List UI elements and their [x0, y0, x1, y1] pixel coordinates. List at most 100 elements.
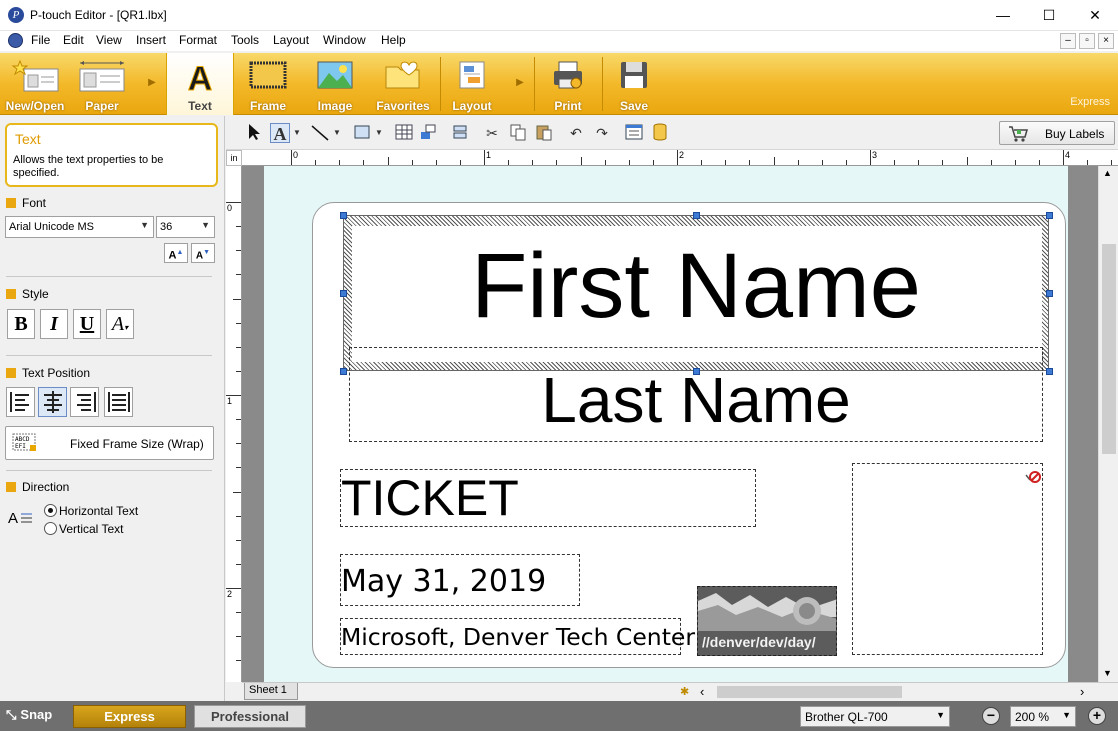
font-family-select[interactable]: Arial Unicode MS ▼ — [5, 216, 154, 238]
fixed-frame-size-button[interactable]: ABCD EFI Fixed Frame Size (Wrap) — [5, 426, 214, 460]
menu-insert[interactable]: Insert — [136, 33, 166, 47]
menu-file[interactable]: File — [31, 33, 50, 47]
ruler-tick — [236, 250, 241, 252]
doc-restore-button[interactable]: ▫ — [1079, 33, 1095, 49]
bold-button[interactable]: B — [7, 309, 35, 339]
select-arrow-icon[interactable] — [244, 123, 264, 143]
date-text-object[interactable]: May 31, 2019 — [340, 554, 580, 606]
vertical-scroll-thumb[interactable] — [1102, 244, 1116, 454]
new-open-button[interactable]: New/Open — [2, 53, 68, 115]
doc-minimize-button[interactable]: – — [1060, 33, 1076, 49]
horizontal-text-radio[interactable] — [44, 504, 57, 517]
editor-canvas[interactable]: First Name Last Name TICKET May 31, 2019… — [242, 166, 1098, 682]
snap-toggle[interactable]: ⤡ Snap — [6, 707, 52, 723]
minimize-button[interactable]: — — [980, 0, 1026, 31]
cut-icon[interactable]: ✂ — [482, 123, 502, 143]
zoom-out-button[interactable]: − — [982, 707, 1000, 725]
scroll-right-icon[interactable]: › — [1080, 684, 1084, 699]
text-effects-button[interactable]: A▾ — [106, 309, 134, 339]
scroll-up-icon[interactable]: ▲ — [1103, 168, 1112, 178]
ribbon-separator — [602, 57, 603, 111]
chevron-down-icon[interactable]: ▼ — [374, 123, 384, 143]
last-name-text-object[interactable]: Last Name — [349, 347, 1043, 442]
vertical-scrollbar[interactable]: ▲ ▼ — [1098, 166, 1118, 682]
chevron-down-icon[interactable]: ▼ — [332, 123, 342, 143]
vertical-text-label[interactable]: Vertical Text — [59, 522, 123, 536]
menu-help[interactable]: Help — [381, 33, 406, 47]
text-label: Text — [188, 99, 212, 113]
redo-icon[interactable]: ↷ — [592, 123, 612, 143]
text-button[interactable]: A Text — [166, 53, 234, 115]
arrange-icon[interactable] — [418, 123, 438, 143]
database-icon[interactable] — [650, 123, 670, 143]
document-icon[interactable] — [8, 33, 23, 48]
resize-handle[interactable] — [340, 290, 347, 297]
maximize-button[interactable]: ☐ — [1026, 0, 1072, 31]
image-button[interactable]: Image — [302, 53, 368, 115]
ruler-number: 3 — [872, 150, 878, 160]
table-icon[interactable] — [394, 123, 414, 143]
express-mode-button[interactable]: Express — [73, 705, 186, 728]
font-size-select[interactable]: 36 ▼ — [156, 216, 215, 238]
resize-handle[interactable] — [1046, 290, 1053, 297]
justify-icon[interactable] — [104, 387, 133, 417]
undo-icon[interactable]: ↶ — [566, 123, 586, 143]
sheet-tab[interactable]: Sheet 1 — [244, 683, 298, 700]
new-sheet-icon[interactable]: ✱ — [680, 685, 689, 698]
line-tool-icon[interactable] — [310, 123, 330, 143]
chevron-down-icon[interactable]: ▼ — [292, 123, 302, 143]
paste-icon[interactable] — [534, 123, 554, 143]
italic-button[interactable]: I — [40, 309, 68, 339]
menu-format[interactable]: Format — [179, 33, 217, 47]
resize-handle[interactable] — [1046, 212, 1053, 219]
menu-layout[interactable]: Layout — [273, 33, 309, 47]
vertical-text-radio[interactable] — [44, 522, 57, 535]
qr-code-object[interactable] — [852, 463, 1043, 655]
close-button[interactable]: ✕ — [1072, 0, 1118, 31]
resize-handle[interactable] — [1046, 368, 1053, 375]
menu-window[interactable]: Window — [323, 33, 366, 47]
ruler-tick — [236, 346, 241, 348]
scroll-left-icon[interactable]: ‹ — [700, 684, 704, 699]
frame-button[interactable]: Frame — [236, 53, 300, 115]
paper-button[interactable]: Paper — [70, 53, 134, 115]
layout-button[interactable]: Layout — [442, 53, 502, 115]
resize-handle[interactable] — [340, 368, 347, 375]
align-right-icon[interactable] — [70, 387, 99, 417]
zoom-select[interactable]: 200 % ▼ — [1010, 706, 1076, 727]
properties-icon[interactable] — [624, 123, 644, 143]
menu-tools[interactable]: Tools — [231, 33, 259, 47]
decrease-font-size-button[interactable]: A▼ — [191, 243, 215, 263]
align-left-icon[interactable] — [6, 387, 35, 417]
save-button[interactable]: Save — [604, 53, 664, 115]
horizontal-scroll-thumb[interactable] — [717, 686, 902, 698]
align-objects-icon[interactable] — [450, 123, 470, 143]
scroll-down-icon[interactable]: ▼ — [1103, 668, 1112, 678]
ruler-tick — [236, 419, 241, 421]
text-tool-icon[interactable]: A — [270, 123, 290, 144]
professional-mode-button[interactable]: Professional — [194, 705, 306, 728]
shape-tool-icon[interactable] — [352, 123, 372, 143]
zoom-in-button[interactable]: + — [1088, 707, 1106, 725]
resize-handle[interactable] — [340, 212, 347, 219]
doc-close-button[interactable]: × — [1098, 33, 1114, 49]
ruler-tick — [966, 157, 968, 165]
increase-font-size-button[interactable]: A▲ — [164, 243, 188, 263]
label-tape[interactable]: First Name Last Name TICKET May 31, 2019… — [312, 202, 1066, 668]
divider — [6, 355, 212, 356]
ticket-text-object[interactable]: TICKET — [340, 469, 756, 527]
menu-edit[interactable]: Edit — [63, 33, 84, 47]
print-button[interactable]: Print — [536, 53, 600, 115]
underline-button[interactable]: U — [73, 309, 101, 339]
buy-labels-button[interactable]: Buy Labels — [999, 121, 1115, 145]
event-logo-image[interactable]: //denver/dev/day/ — [697, 586, 837, 656]
align-center-icon[interactable] — [38, 387, 67, 417]
menu-view[interactable]: View — [96, 33, 122, 47]
resize-handle[interactable] — [693, 212, 700, 219]
favorites-button[interactable]: Favorites — [370, 53, 436, 115]
horizontal-text-label[interactable]: Horizontal Text — [59, 504, 138, 518]
printer-select[interactable]: Brother QL-700 ▼ — [800, 706, 950, 727]
copy-icon[interactable] — [508, 123, 528, 143]
location-text-object[interactable]: Microsoft, Denver Tech Center — [340, 618, 695, 655]
ruler-tick — [870, 150, 871, 165]
